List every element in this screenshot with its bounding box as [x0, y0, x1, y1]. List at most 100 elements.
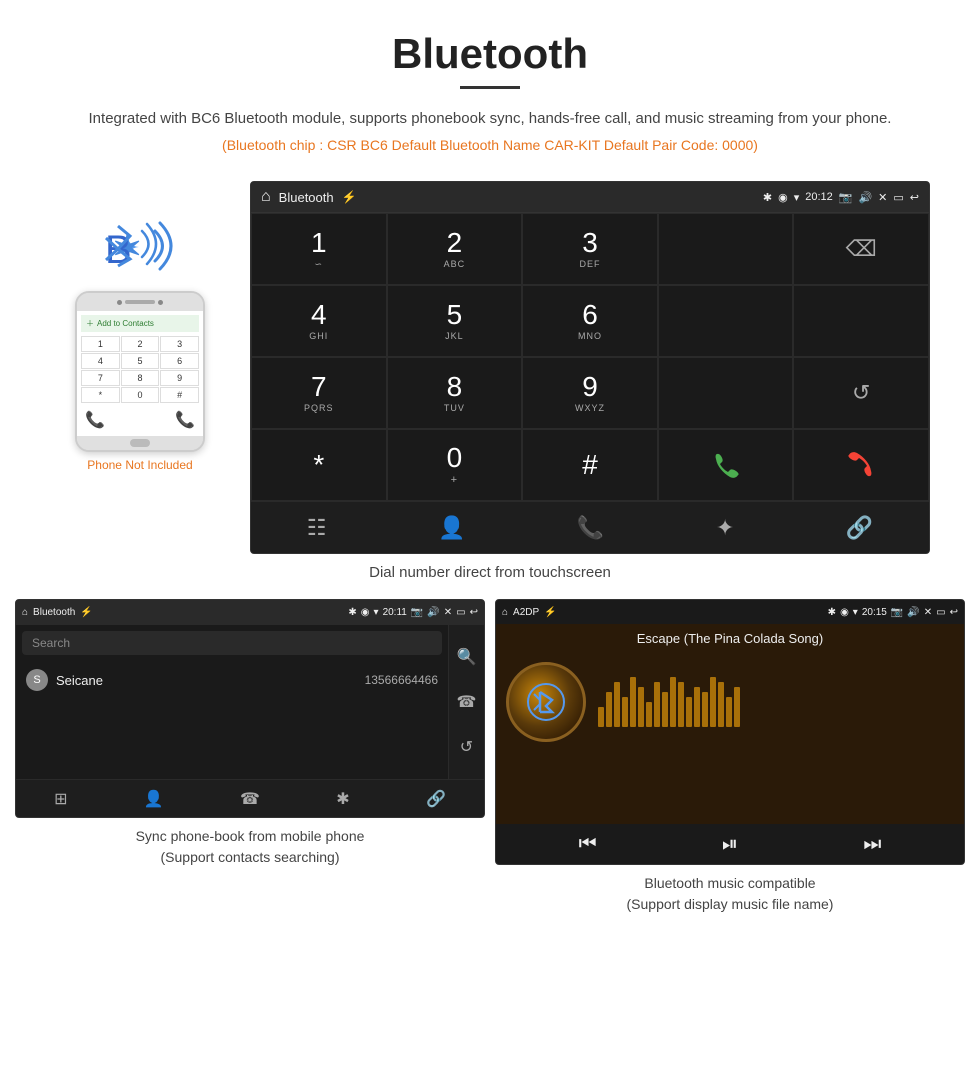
dial-key-2[interactable]: 2 ABC [387, 213, 523, 285]
pb-status-left: ⌂ Bluetooth ⚡ [22, 607, 93, 618]
dial-empty-1 [658, 213, 794, 285]
dial-refresh-btn[interactable]: ↺ [793, 357, 929, 429]
pb-win-icon[interactable]: ▭ [456, 607, 465, 618]
dial-key-0[interactable]: 0 + [387, 429, 523, 501]
phone-key-7[interactable]: 7 [81, 370, 120, 386]
call-action-icon[interactable]: ☎ [457, 692, 477, 712]
back-icon[interactable]: ↩ [910, 191, 919, 204]
pb-status-right: ✱ ◉ ▾ 20:11 📷 🔊 ✕ ▭ ↩ [348, 607, 478, 618]
dial-num: 4 [311, 301, 327, 329]
nav-grid-icon[interactable]: ☷ [307, 515, 327, 541]
nav-phone-icon[interactable]: 📞 [577, 515, 604, 541]
eq-bar [606, 692, 612, 727]
pb-nav-grid[interactable]: ⊞ [54, 789, 67, 809]
nav-link-icon[interactable]: 🔗 [846, 515, 873, 541]
eq-bar [654, 682, 660, 727]
dial-backspace-btn[interactable]: ⌫ [793, 213, 929, 285]
next-btn[interactable]: ⏭ [863, 833, 881, 856]
dial-key-9[interactable]: 9 WXYZ [522, 357, 658, 429]
pb-usb-icon: ⚡ [80, 607, 92, 618]
dial-sub: ABC [444, 259, 466, 269]
dial-key-5[interactable]: 5 JKL [387, 285, 523, 357]
eq-bar [694, 687, 700, 727]
phone-key-3[interactable]: 3 [160, 336, 199, 352]
phone-key-2[interactable]: 2 [121, 336, 160, 352]
prev-btn[interactable]: ⏮ [579, 833, 597, 856]
phone-key-1[interactable]: 1 [81, 336, 120, 352]
phone-key-5[interactable]: 5 [121, 353, 160, 369]
contact-name: Seicane [56, 673, 103, 688]
phone-key-9[interactable]: 9 [160, 370, 199, 386]
dial-sub: + [451, 474, 458, 486]
pb-home-icon[interactable]: ⌂ [22, 607, 28, 618]
phone-key-star[interactable]: * [81, 387, 120, 403]
dial-screen-caption: Dial number direct from touchscreen [0, 564, 980, 581]
pb-nav-phone[interactable]: ☎ [240, 789, 260, 809]
dial-key-1[interactable]: 1 ∽ [251, 213, 387, 285]
dial-num: * [313, 451, 324, 479]
dial-key-8[interactable]: 8 TUV [387, 357, 523, 429]
pb-close-icon[interactable]: ✕ [444, 607, 452, 618]
phone-camera [117, 300, 122, 305]
dial-key-star[interactable]: * [251, 429, 387, 501]
eq-bar [734, 687, 740, 727]
album-art [506, 662, 586, 742]
usb-icon: ⚡ [342, 190, 357, 204]
dial-sub: PQRS [304, 403, 334, 413]
pb-back-icon[interactable]: ↩ [470, 607, 478, 618]
music-screen: ⌂ A2DP ⚡ ✱ ◉ ▾ 20:15 📷 🔊 ✕ ▭ ↩ [495, 599, 965, 865]
status-app-label: Bluetooth [279, 190, 334, 205]
phone-call-row: 📞 📞 [81, 408, 199, 432]
music-close-icon[interactable]: ✕ [924, 607, 932, 618]
contact-entry[interactable]: S Seicane 13566664466 [16, 661, 448, 699]
page-description: Integrated with BC6 Bluetooth module, su… [20, 107, 960, 131]
music-back-icon[interactable]: ↩ [950, 607, 958, 618]
search-placeholder: Search [32, 636, 70, 650]
pb-nav-link[interactable]: 🔗 [426, 789, 446, 809]
search-action-icon[interactable]: 🔍 [457, 647, 477, 667]
dial-sub: DEF [579, 259, 600, 269]
music-block: ⌂ A2DP ⚡ ✱ ◉ ▾ 20:15 📷 🔊 ✕ ▭ ↩ [495, 599, 965, 915]
refresh-action-icon[interactable]: ↺ [460, 737, 473, 757]
phone-key-4[interactable]: 4 [81, 353, 120, 369]
dial-key-7[interactable]: 7 PQRS [251, 357, 387, 429]
music-main-content [496, 652, 964, 752]
dial-key-4[interactable]: 4 GHI [251, 285, 387, 357]
music-label: A2DP [513, 607, 539, 618]
nav-bluetooth-icon[interactable]: ✦ [716, 515, 734, 541]
dial-call-red-btn[interactable] [793, 429, 929, 501]
dial-num: # [582, 451, 598, 479]
phone-key-hash[interactable]: # [160, 387, 199, 403]
phone-key-6[interactable]: 6 [160, 353, 199, 369]
music-controls-bar: ⏮ ⏯ ⏭ [496, 824, 964, 864]
phone-key-0[interactable]: 0 [121, 387, 160, 403]
play-pause-btn[interactable]: ⏯ [722, 833, 738, 856]
close-icon[interactable]: ✕ [878, 191, 887, 204]
location-icon: ◉ [778, 191, 788, 204]
music-home-icon[interactable]: ⌂ [502, 607, 508, 618]
phone-key-8[interactable]: 8 [121, 370, 160, 386]
window-icon[interactable]: ▭ [893, 191, 903, 204]
dial-key-3[interactable]: 3 DEF [522, 213, 658, 285]
contact-number: 13566664466 [365, 673, 438, 687]
android-dial-screen: ⌂ Bluetooth ⚡ ✱ ◉ ▾ 20:12 📷 🔊 ✕ ▭ ↩ 1 ∽ [250, 181, 930, 554]
pb-nav-contacts[interactable]: 👤 [144, 789, 164, 809]
dial-key-hash[interactable]: # [522, 429, 658, 501]
music-loc: ◉ [840, 607, 849, 618]
page-header: Bluetooth Integrated with BC6 Bluetooth … [0, 0, 980, 181]
nav-contacts-icon[interactable]: 👤 [438, 515, 465, 541]
phonebook-search-bar[interactable]: Search [22, 631, 442, 655]
phone-mockup: ＋ Add to Contacts 1 2 3 4 5 6 7 8 9 * 0 … [75, 291, 205, 452]
phone-home-button[interactable] [130, 439, 150, 447]
dial-num: 1 [311, 229, 327, 257]
dial-key-6[interactable]: 6 MNO [522, 285, 658, 357]
phone-call-icon[interactable]: 📞 [175, 410, 195, 430]
music-win-icon[interactable]: ▭ [936, 607, 945, 618]
title-divider [460, 86, 520, 89]
dial-call-green-btn[interactable] [658, 429, 794, 501]
dial-sub: JKL [445, 331, 464, 341]
pb-nav-bt[interactable]: ✱ [336, 789, 349, 809]
home-icon[interactable]: ⌂ [261, 188, 271, 206]
dial-empty-2 [658, 285, 794, 357]
phone-end-icon[interactable]: 📞 [85, 410, 105, 430]
